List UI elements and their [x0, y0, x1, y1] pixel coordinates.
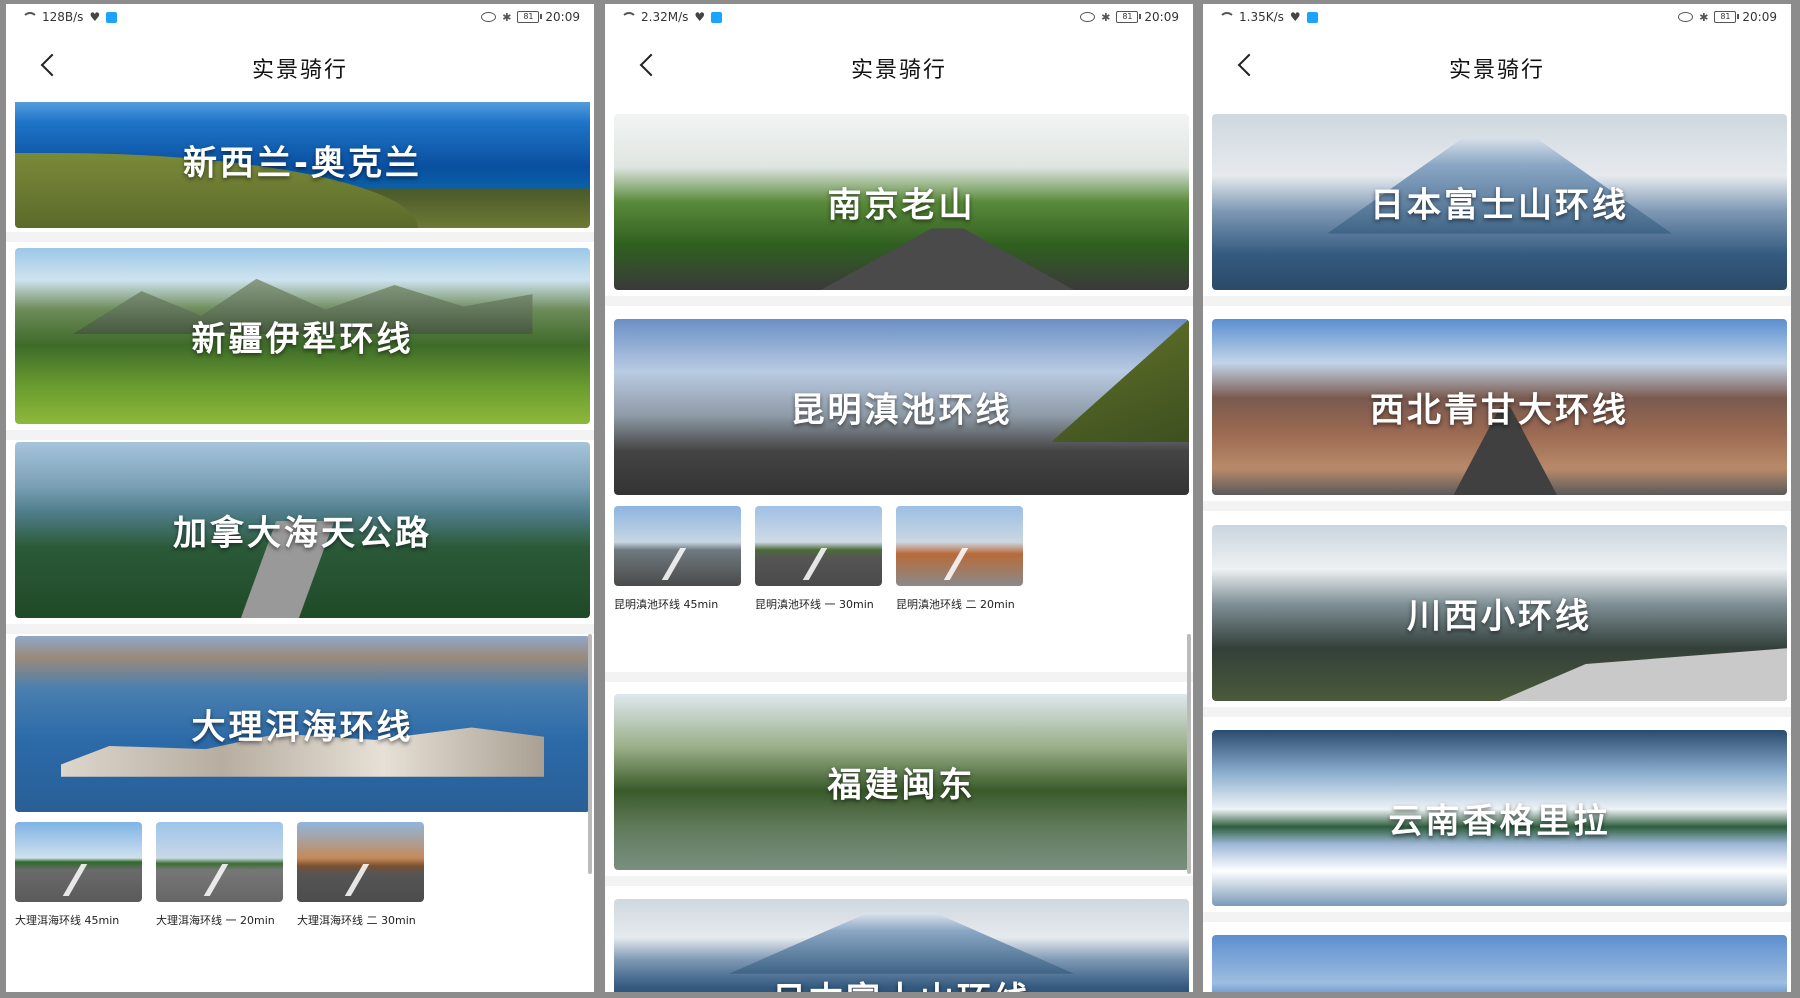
variant-item[interactable]: 昆明滇池环线 二 20min [896, 506, 1023, 612]
divider [6, 624, 594, 634]
eye-icon [1678, 12, 1694, 22]
route-card-laoshan[interactable]: 南京老山 [614, 114, 1189, 290]
route-card-sea-to-sky[interactable]: 加拿大海天公路 [15, 442, 590, 618]
app-notification-icon [106, 11, 118, 23]
variant-thumbnail [755, 506, 882, 586]
variant-label: 昆明滇池环线 45min [614, 598, 719, 611]
divider [1203, 707, 1791, 717]
variant-item[interactable]: 大理洱海环线 45min [15, 822, 142, 928]
variant-item[interactable]: 昆明滇池环线 一 30min [755, 506, 882, 612]
battery-icon: 81 [1116, 11, 1142, 23]
route-title: 南京老山 [827, 185, 976, 226]
phone-screen-2: 2.32M/s ♥ ✱ 81 20:09 实景骑行 南京老山 昆明滇池环线 昆明… [605, 4, 1193, 992]
heart-icon: ♥ [694, 10, 706, 24]
divider [605, 672, 1193, 682]
route-title: 大理洱海环线 [191, 707, 414, 748]
app-notification-icon [711, 11, 723, 23]
route-list[interactable]: 新西兰-奥克兰 新疆伊犁环线 加拿大海天公路 大理洱海环线 大理洱海环线 45m… [6, 102, 594, 992]
bluetooth-icon: ✱ [1699, 10, 1709, 24]
variant-item[interactable]: 昆明滇池环线 45min [614, 506, 741, 612]
clock: 20:09 [1144, 10, 1179, 24]
route-card-mindong[interactable]: 福建闽东 [614, 694, 1189, 870]
divider [6, 430, 594, 440]
clock: 20:09 [545, 10, 580, 24]
route-card-shangri-la[interactable]: 云南香格里拉 [1212, 730, 1787, 906]
page-title: 实景骑行 [251, 58, 348, 83]
divider [1203, 912, 1791, 922]
divider [605, 296, 1193, 306]
route-title: 云南香格里拉 [1388, 801, 1611, 842]
route-list[interactable]: 日本富士山环线 西北青甘大环线 川西小环线 云南香格里拉 [1203, 102, 1791, 992]
variant-item[interactable]: 大理洱海环线 一 20min [156, 822, 283, 928]
scenery-image [821, 228, 1074, 290]
variant-label: 大理洱海环线 一 20min [156, 914, 275, 927]
divider [1203, 501, 1791, 511]
variant-label: 昆明滇池环线 一 30min [755, 598, 874, 611]
variant-thumbnail [614, 506, 741, 586]
variant-thumbnail [297, 822, 424, 902]
bluetooth-icon: ✱ [502, 10, 512, 24]
scrollbar[interactable] [588, 634, 592, 874]
eye-icon [481, 12, 497, 22]
phone-screen-3: 1.35K/s ♥ ✱ 81 20:09 实景骑行 日本富士山环线 西北青甘大环… [1203, 4, 1791, 992]
clock: 20:09 [1742, 10, 1777, 24]
heart-icon: ♥ [89, 10, 101, 24]
divider [6, 232, 594, 242]
route-title: 日本富士山环线 [1370, 185, 1629, 226]
page-title: 实景骑行 [850, 58, 947, 83]
wifi-icon [20, 11, 38, 23]
app-header: 实景骑行 [1203, 30, 1791, 102]
route-title: 加拿大海天公路 [173, 513, 432, 554]
route-title: 川西小环线 [1407, 596, 1592, 637]
app-header: 实景骑行 [605, 30, 1193, 102]
scenery-image [729, 913, 1074, 974]
route-card-dianchi[interactable]: 昆明滇池环线 [614, 319, 1189, 495]
phone-screen-1: 128B/s ♥ ✱ 81 20:09 实景骑行 新西兰-奥克兰 新疆伊犁环线 … [6, 4, 594, 992]
divider [1203, 296, 1791, 306]
battery-icon: 81 [1714, 11, 1740, 23]
route-variant-list: 大理洱海环线 45min 大理洱海环线 一 20min 大理洱海环线 二 30m… [15, 822, 424, 928]
variant-label: 昆明滇池环线 二 20min [896, 598, 1015, 611]
app-header: 实景骑行 [6, 30, 594, 102]
variant-thumbnail [15, 822, 142, 902]
variant-thumbnail [156, 822, 283, 902]
variant-item[interactable]: 大理洱海环线 二 30min [297, 822, 424, 928]
battery-icon: 81 [517, 11, 543, 23]
network-speed: 2.32M/s [641, 10, 689, 24]
route-card-yili[interactable]: 新疆伊犁环线 [15, 248, 590, 424]
variant-label: 大理洱海环线 45min [15, 914, 120, 927]
app-notification-icon [1306, 11, 1318, 23]
route-card-erhai[interactable]: 大理洱海环线 [15, 636, 590, 812]
heart-icon: ♥ [1289, 10, 1301, 24]
network-speed: 1.35K/s [1239, 10, 1284, 24]
route-list[interactable]: 南京老山 昆明滇池环线 昆明滇池环线 45min 昆明滇池环线 一 30min … [605, 102, 1193, 992]
scrollbar[interactable] [1187, 634, 1191, 874]
status-bar: 128B/s ♥ ✱ 81 20:09 [6, 4, 594, 30]
route-variant-list: 昆明滇池环线 45min 昆明滇池环线 一 30min 昆明滇池环线 二 20m… [614, 506, 1023, 612]
status-bar: 1.35K/s ♥ ✱ 81 20:09 [1203, 4, 1791, 30]
variant-thumbnail [896, 506, 1023, 586]
eye-icon [1080, 12, 1096, 22]
route-title: 日本富士山环线 [614, 972, 1189, 992]
divider [605, 876, 1193, 886]
bluetooth-icon: ✱ [1101, 10, 1111, 24]
route-card-auckland[interactable]: 新西兰-奥克兰 [15, 102, 590, 228]
route-title: 福建闽东 [827, 765, 976, 806]
route-card-fuji[interactable]: 日本富士山环线 [614, 899, 1189, 992]
route-card-fuji[interactable]: 日本富士山环线 [1212, 114, 1787, 290]
status-bar: 2.32M/s ♥ ✱ 81 20:09 [605, 4, 1193, 30]
scenery-image [1499, 648, 1787, 701]
page-title: 实景骑行 [1448, 58, 1545, 83]
route-title: 昆明滇池环线 [790, 390, 1013, 431]
route-title: 新疆伊犁环线 [191, 319, 414, 360]
wifi-icon [1217, 11, 1235, 23]
wifi-icon [619, 11, 637, 23]
route-card-qinggan[interactable]: 西北青甘大环线 [1212, 319, 1787, 495]
route-card-next[interactable] [1212, 935, 1787, 992]
route-title: 新西兰-奥克兰 [182, 143, 423, 184]
network-speed: 128B/s [42, 10, 84, 24]
route-title: 西北青甘大环线 [1370, 390, 1629, 431]
route-card-chuanxi[interactable]: 川西小环线 [1212, 525, 1787, 701]
variant-label: 大理洱海环线 二 30min [297, 914, 416, 927]
